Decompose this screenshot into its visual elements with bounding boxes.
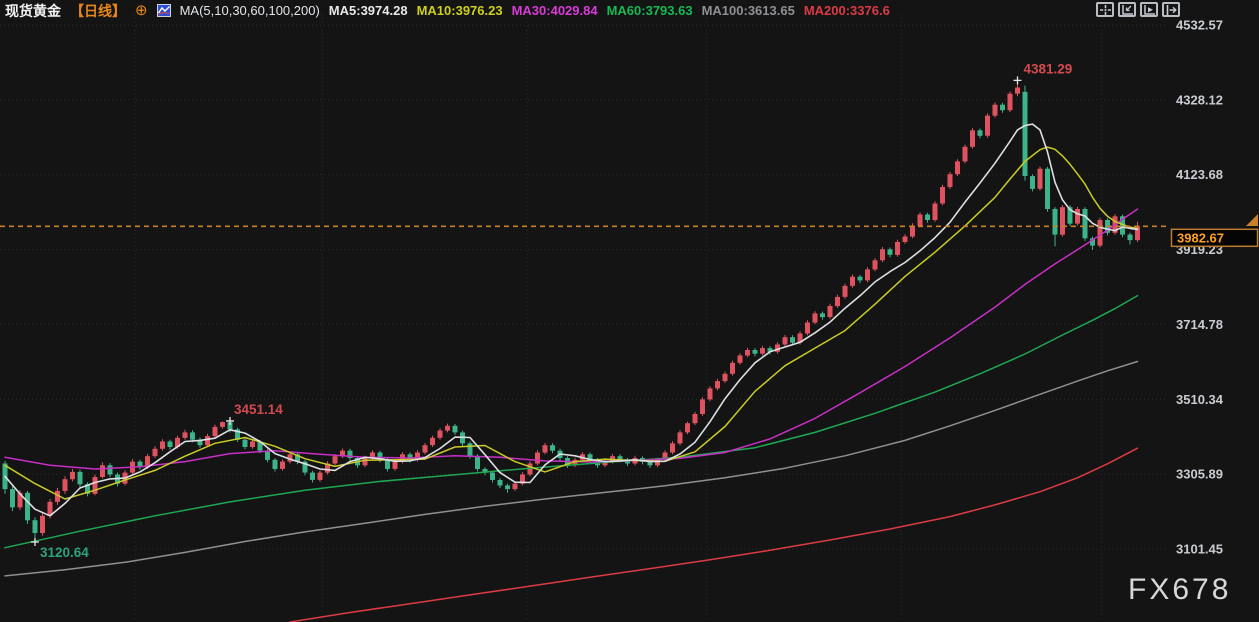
ma100-legend: MA100:3613.65 (702, 3, 795, 18)
ma60-line (5, 296, 1138, 548)
svg-text:4123.68: 4123.68 (1176, 167, 1223, 182)
period-selector[interactable]: 【日线】 (70, 1, 126, 21)
ma100-line (5, 362, 1138, 576)
svg-text:3451.14: 3451.14 (234, 402, 283, 417)
svg-text:3510.34: 3510.34 (1176, 392, 1224, 407)
ma30-legend: MA30:4029.84 (512, 3, 598, 18)
ma60-legend: MA60:3793.63 (607, 3, 693, 18)
ma-settings-label: MA(5,10,30,60,100,200) (180, 3, 320, 18)
svg-text:3714.78: 3714.78 (1176, 317, 1223, 332)
indicator-chart-icon[interactable] (157, 4, 171, 17)
price-chart[interactable]: 3120.64 3451.14 4381.29 4532.57 4328.12 4123.… (0, 0, 1259, 622)
goto-latest-icon[interactable] (1162, 2, 1180, 17)
ma30-line (5, 209, 1138, 469)
svg-text:4532.57: 4532.57 (1176, 18, 1223, 33)
high-marker: 4381.29 (1014, 61, 1073, 84)
low-marker: 3120.64 (31, 538, 89, 560)
high-marker: 3451.14 (226, 402, 283, 425)
candles-layer (3, 80, 1141, 542)
fit-chart-icon[interactable] (1118, 2, 1136, 17)
svg-text:3120.64: 3120.64 (40, 545, 89, 560)
ma200-legend: MA200:3376.6 (804, 3, 890, 18)
chart-toolbar (1096, 2, 1180, 17)
fx678-watermark: FX678 (1128, 573, 1231, 606)
ma10-legend: MA10:3976.23 (417, 3, 503, 18)
svg-text:4328.12: 4328.12 (1176, 92, 1223, 107)
ma200-line (290, 448, 1138, 622)
ma5-line (5, 124, 1138, 516)
symbol-title: 现货黄金 (5, 1, 61, 21)
chart-header: 现货黄金 【日线】 ⊕ MA(5,10,30,60,100,200) MA5:3… (0, 0, 890, 21)
svg-text:3101.45: 3101.45 (1176, 542, 1223, 557)
svg-text:3305.89: 3305.89 (1176, 467, 1223, 482)
gold-daily-chart-app: 3120.64 3451.14 4381.29 4532.57 4328.12 4123.… (0, 0, 1259, 622)
playback-icon[interactable] (1140, 2, 1158, 17)
last-price-box: 3982.67 (1172, 229, 1258, 246)
latest-price-arrow-icon (1246, 214, 1258, 226)
ma5-legend: MA5:3974.28 (329, 3, 408, 18)
crosshair-tool-icon[interactable] (1096, 2, 1114, 17)
add-indicator-icon[interactable]: ⊕ (135, 4, 148, 17)
svg-text:3982.67: 3982.67 (1177, 230, 1224, 245)
y-axis-labels: 4532.574328.124123.683919.233714.783510.… (1176, 18, 1224, 557)
svg-text:4381.29: 4381.29 (1024, 61, 1073, 76)
